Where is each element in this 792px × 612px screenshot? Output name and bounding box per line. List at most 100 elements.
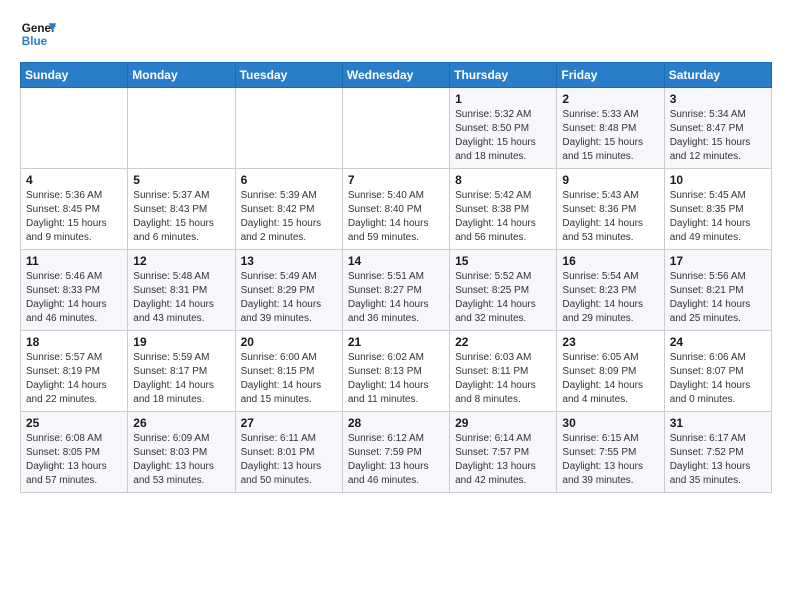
day-info: Sunrise: 5:32 AM Sunset: 8:50 PM Dayligh… (455, 108, 551, 164)
day-info: Sunrise: 6:09 AM Sunset: 8:03 PM Dayligh… (133, 432, 229, 488)
day-info: Sunrise: 5:33 AM Sunset: 8:48 PM Dayligh… (562, 108, 658, 164)
calendar-week-row: 18 Sunrise: 5:57 AM Sunset: 8:19 PM Dayli… (21, 331, 772, 412)
day-info: Sunrise: 5:36 AM Sunset: 8:45 PM Dayligh… (26, 189, 122, 245)
calendar-cell: 13Sunrise: 5:49 AM Sunset: 8:29 PM Dayli… (235, 250, 342, 331)
logo: General Blue (20, 16, 56, 52)
weekday-header-saturday: Saturday (664, 63, 771, 88)
day-number: 6 (241, 173, 337, 187)
day-info: Sunrise: 5:42 AM Sunset: 8:38 PM Dayligh… (455, 189, 551, 245)
day-info: Sunrise: 6:15 AM Sunset: 7:55 PM Dayligh… (562, 432, 658, 488)
day-info: Sunrise: 5:37 AM Sunset: 8:43 PM Dayligh… (133, 189, 229, 245)
day-number: 18 (26, 335, 122, 349)
calendar-cell: 21 Sunrise: 6:02 AM Sunset: 8:13 PM Dayli… (342, 331, 449, 412)
calendar-cell: 5 Sunrise: 5:37 AM Sunset: 8:43 PM Daylig… (128, 169, 235, 250)
calendar-cell: 2 Sunrise: 5:33 AM Sunset: 8:48 PM Daylig… (557, 88, 664, 169)
calendar-cell: 30 Sunrise: 6:15 AM Sunset: 7:55 PM Dayli… (557, 412, 664, 493)
calendar-cell: 6Sunrise: 5:39 AM Sunset: 8:42 PM Daylig… (235, 169, 342, 250)
day-number: 9 (562, 173, 658, 187)
calendar-cell: 10 Sunrise: 5:45 AM Sunset: 8:35 PM Dayli… (664, 169, 771, 250)
day-info: Sunrise: 6:14 AM Sunset: 7:57 PM Dayligh… (455, 432, 551, 488)
calendar-cell: 29 Sunrise: 6:14 AM Sunset: 7:57 PM Dayli… (450, 412, 557, 493)
day-number: 1 (455, 92, 551, 106)
calendar-cell: 1 Sunrise: 5:32 AM Sunset: 8:50 PM Daylig… (450, 88, 557, 169)
day-info: Sunrise: 5:48 AM Sunset: 8:31 PM Dayligh… (133, 270, 229, 326)
calendar-cell: 18 Sunrise: 5:57 AM Sunset: 8:19 PM Dayli… (21, 331, 128, 412)
weekday-header-thursday: Thursday (450, 63, 557, 88)
calendar-cell: 4 Sunrise: 5:36 AM Sunset: 8:45 PM Daylig… (21, 169, 128, 250)
day-number: 27 (241, 416, 337, 430)
calendar-cell (128, 88, 235, 169)
calendar-cell (342, 88, 449, 169)
calendar-table: SundayMondayTuesdayWednesdayThursdayFrid… (20, 62, 772, 493)
calendar-week-row: 4 Sunrise: 5:36 AM Sunset: 8:45 PM Daylig… (21, 169, 772, 250)
day-number: 29 (455, 416, 551, 430)
day-number: 4 (26, 173, 122, 187)
day-number: 5 (133, 173, 229, 187)
day-number: 22 (455, 335, 551, 349)
day-number: 25 (26, 416, 122, 430)
calendar-cell (21, 88, 128, 169)
calendar-cell: 27 Sunrise: 6:11 AM Sunset: 8:01 PM Dayli… (235, 412, 342, 493)
day-number: 31 (670, 416, 766, 430)
day-info: Sunrise: 6:02 AM Sunset: 8:13 PM Dayligh… (348, 351, 444, 407)
day-number: 11 (26, 254, 122, 268)
weekday-header-tuesday: Tuesday (235, 63, 342, 88)
header: General Blue (20, 16, 772, 52)
calendar-cell: 28Sunrise: 6:12 AM Sunset: 7:59 PM Dayli… (342, 412, 449, 493)
calendar-cell: 9Sunrise: 5:43 AM Sunset: 8:36 PM Daylig… (557, 169, 664, 250)
calendar-cell: 17 Sunrise: 5:56 AM Sunset: 8:21 PM Dayli… (664, 250, 771, 331)
calendar-cell: 20 Sunrise: 6:00 AM Sunset: 8:15 PM Dayli… (235, 331, 342, 412)
day-info: Sunrise: 5:40 AM Sunset: 8:40 PM Dayligh… (348, 189, 444, 245)
page: General Blue SundayMondayTuesdayWednesda… (0, 0, 792, 509)
day-info: Sunrise: 5:59 AM Sunset: 8:17 PM Dayligh… (133, 351, 229, 407)
day-number: 10 (670, 173, 766, 187)
day-number: 21 (348, 335, 444, 349)
logo-icon: General Blue (20, 16, 56, 52)
calendar-cell: 16 Sunrise: 5:54 AM Sunset: 8:23 PM Dayli… (557, 250, 664, 331)
day-info: Sunrise: 5:52 AM Sunset: 8:25 PM Dayligh… (455, 270, 551, 326)
calendar-cell: 31 Sunrise: 6:17 AM Sunset: 7:52 PM Dayli… (664, 412, 771, 493)
day-info: Sunrise: 5:54 AM Sunset: 8:23 PM Dayligh… (562, 270, 658, 326)
calendar-cell: 25 Sunrise: 6:08 AM Sunset: 8:05 PM Dayli… (21, 412, 128, 493)
day-number: 19 (133, 335, 229, 349)
calendar-week-row: 11 Sunrise: 5:46 AM Sunset: 8:33 PM Dayli… (21, 250, 772, 331)
weekday-header-monday: Monday (128, 63, 235, 88)
calendar-cell: 3 Sunrise: 5:34 AM Sunset: 8:47 PM Daylig… (664, 88, 771, 169)
day-number: 16 (562, 254, 658, 268)
calendar-cell: 22Sunrise: 6:03 AM Sunset: 8:11 PM Dayli… (450, 331, 557, 412)
day-number: 2 (562, 92, 658, 106)
day-info: Sunrise: 5:49 AM Sunset: 8:29 PM Dayligh… (241, 270, 337, 326)
day-number: 3 (670, 92, 766, 106)
calendar-cell: 11 Sunrise: 5:46 AM Sunset: 8:33 PM Dayli… (21, 250, 128, 331)
calendar-week-row: 25 Sunrise: 6:08 AM Sunset: 8:05 PM Dayli… (21, 412, 772, 493)
calendar-cell: 24Sunrise: 6:06 AM Sunset: 8:07 PM Dayli… (664, 331, 771, 412)
day-info: Sunrise: 6:12 AM Sunset: 7:59 PM Dayligh… (348, 432, 444, 488)
calendar-cell: 23 Sunrise: 6:05 AM Sunset: 8:09 PM Dayli… (557, 331, 664, 412)
day-info: Sunrise: 6:05 AM Sunset: 8:09 PM Dayligh… (562, 351, 658, 407)
day-info: Sunrise: 6:11 AM Sunset: 8:01 PM Dayligh… (241, 432, 337, 488)
calendar-cell: 26Sunrise: 6:09 AM Sunset: 8:03 PM Dayli… (128, 412, 235, 493)
weekday-header-row: SundayMondayTuesdayWednesdayThursdayFrid… (21, 63, 772, 88)
weekday-header-wednesday: Wednesday (342, 63, 449, 88)
calendar-cell: 15 Sunrise: 5:52 AM Sunset: 8:25 PM Dayli… (450, 250, 557, 331)
day-number: 8 (455, 173, 551, 187)
day-info: Sunrise: 5:56 AM Sunset: 8:21 PM Dayligh… (670, 270, 766, 326)
day-info: Sunrise: 6:17 AM Sunset: 7:52 PM Dayligh… (670, 432, 766, 488)
day-info: Sunrise: 5:45 AM Sunset: 8:35 PM Dayligh… (670, 189, 766, 245)
calendar-cell: 12 Sunrise: 5:48 AM Sunset: 8:31 PM Dayli… (128, 250, 235, 331)
day-info: Sunrise: 5:46 AM Sunset: 8:33 PM Dayligh… (26, 270, 122, 326)
day-number: 23 (562, 335, 658, 349)
weekday-header-sunday: Sunday (21, 63, 128, 88)
day-info: Sunrise: 6:08 AM Sunset: 8:05 PM Dayligh… (26, 432, 122, 488)
day-number: 12 (133, 254, 229, 268)
day-number: 30 (562, 416, 658, 430)
day-number: 15 (455, 254, 551, 268)
day-number: 20 (241, 335, 337, 349)
day-info: Sunrise: 6:00 AM Sunset: 8:15 PM Dayligh… (241, 351, 337, 407)
calendar-cell: 14Sunrise: 5:51 AM Sunset: 8:27 PM Dayli… (342, 250, 449, 331)
calendar-week-row: 1 Sunrise: 5:32 AM Sunset: 8:50 PM Daylig… (21, 88, 772, 169)
day-number: 17 (670, 254, 766, 268)
calendar-cell: 19 Sunrise: 5:59 AM Sunset: 8:17 PM Dayli… (128, 331, 235, 412)
day-info: Sunrise: 5:34 AM Sunset: 8:47 PM Dayligh… (670, 108, 766, 164)
day-info: Sunrise: 5:57 AM Sunset: 8:19 PM Dayligh… (26, 351, 122, 407)
